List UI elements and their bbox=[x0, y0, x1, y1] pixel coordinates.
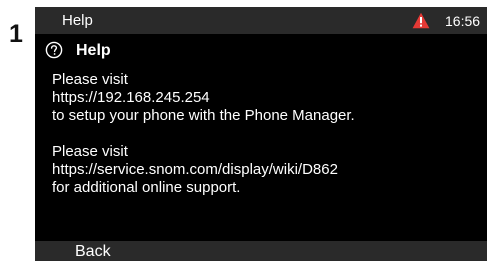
help-line: Please visit bbox=[52, 71, 128, 88]
help-line: for additional online support. bbox=[52, 179, 241, 196]
callout-number: 1 bbox=[9, 20, 23, 48]
status-bar: Help 16:56 bbox=[35, 7, 487, 34]
help-circle-icon bbox=[45, 41, 63, 59]
help-paragraph-online-support: Please visit https://service.snom.com/di… bbox=[52, 143, 477, 197]
help-paragraph-phone-manager: Please visit https://192.168.245.254 to … bbox=[52, 71, 477, 125]
phone-manager-url: https://192.168.245.254 bbox=[52, 89, 210, 106]
help-text: Please visit https://192.168.245.254 to … bbox=[52, 71, 477, 215]
warning-triangle-icon[interactable] bbox=[412, 12, 430, 29]
page-title: Help bbox=[76, 42, 111, 59]
clock: 16:56 bbox=[445, 13, 481, 29]
back-softkey[interactable]: Back bbox=[75, 242, 111, 261]
support-url: https://service.snom.com/display/wiki/D8… bbox=[52, 161, 338, 178]
screen-header: Help bbox=[35, 37, 487, 65]
status-bar-title: Help bbox=[62, 12, 93, 29]
help-line: to setup your phone with the Phone Manag… bbox=[52, 107, 355, 124]
softkey-bar: Back bbox=[35, 241, 487, 261]
help-line: Please visit bbox=[52, 143, 128, 160]
phone-screen: Help 16:56 Help Please visit https://192… bbox=[35, 7, 487, 261]
